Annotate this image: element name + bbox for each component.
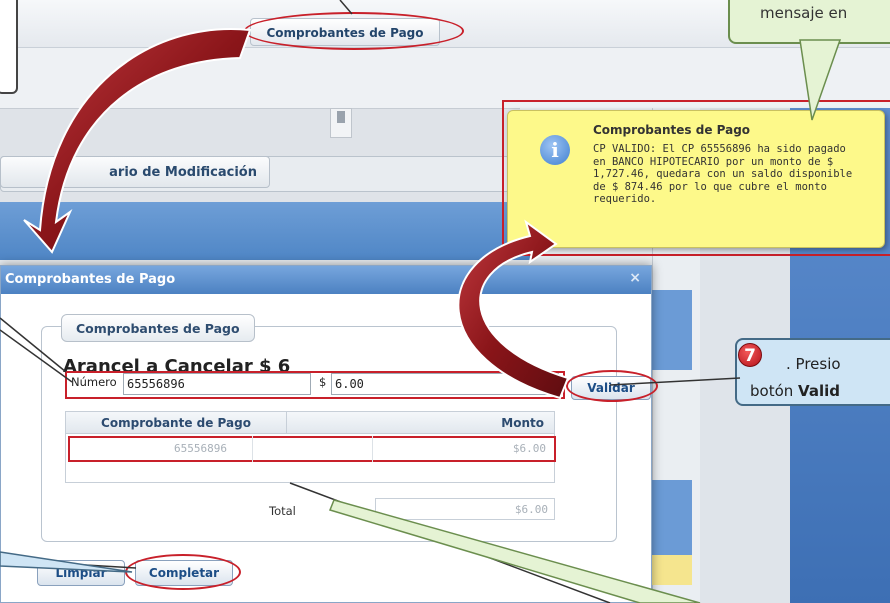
column-header-comprobante[interactable]: Comprobante de Pago: [66, 416, 286, 430]
annotation-ring-tab: [244, 12, 464, 50]
dialog-header[interactable]: Comprobantes de Pago ×: [1, 266, 651, 294]
step-7-text-bold: Valid: [798, 382, 840, 400]
comprobantes-dialog: Comprobantes de Pago × Comprobantes de P…: [0, 265, 658, 603]
limpiar-button[interactable]: Limpiar: [37, 560, 125, 586]
numero-input[interactable]: 65556896: [123, 373, 311, 395]
close-icon[interactable]: ×: [629, 270, 641, 286]
step-7-text-line2: botón Valid: [750, 382, 840, 400]
scrollbar-thumb[interactable]: [337, 111, 345, 123]
background-scrollbar[interactable]: [330, 108, 352, 138]
notification-message: CP VALIDO: El CP 65556896 ha sido pagado…: [593, 143, 853, 205]
annotation-ring-validar: [566, 370, 658, 402]
step-7-badge: 7: [738, 343, 762, 367]
cell-monto[interactable]: $6.00: [513, 442, 546, 455]
total-value: $6.00: [375, 498, 555, 520]
column-divider: [286, 412, 287, 434]
monto-input[interactable]: 6.00: [331, 373, 559, 395]
dialog-title: Comprobantes de Pago: [5, 272, 176, 287]
comprobantes-grid: Comprobante de Pago Monto 65556896 $6.00: [65, 411, 556, 483]
background-blue-band: [0, 202, 530, 260]
annotation-frame-row: [68, 436, 556, 462]
app-header-strip: [0, 48, 890, 108]
cell-comprobante[interactable]: 65556896: [174, 442, 227, 455]
callout-top-right: mensaje en: [728, 0, 890, 44]
info-icon: i: [540, 135, 570, 165]
background-blue-block: [652, 290, 692, 370]
background-yellow-block: [652, 555, 692, 585]
column-header-monto[interactable]: Monto: [501, 416, 544, 430]
validation-notification: i Comprobantes de Pago CP VALIDO: El CP …: [507, 110, 885, 248]
step-7-text-prefix: botón: [750, 382, 799, 400]
grid-header: Comprobante de Pago Monto: [66, 412, 554, 434]
tab-modificacion[interactable]: ario de Modificación: [0, 156, 270, 188]
step-7-text-line1: . Presio: [786, 355, 841, 373]
fieldset-legend: Comprobantes de Pago: [61, 314, 255, 342]
cell-divider: [372, 436, 373, 462]
cell-divider: [252, 436, 253, 462]
callout-top-right-text: mensaje en: [760, 4, 848, 22]
numero-label: Número: [71, 375, 117, 389]
callout-top-left: [0, 0, 18, 94]
annotation-ring-completar: [125, 554, 241, 590]
total-label: Total: [269, 504, 296, 518]
notification-title: Comprobantes de Pago: [593, 123, 751, 137]
background-blue-block: [652, 480, 692, 560]
dollar-label: $: [319, 375, 327, 389]
